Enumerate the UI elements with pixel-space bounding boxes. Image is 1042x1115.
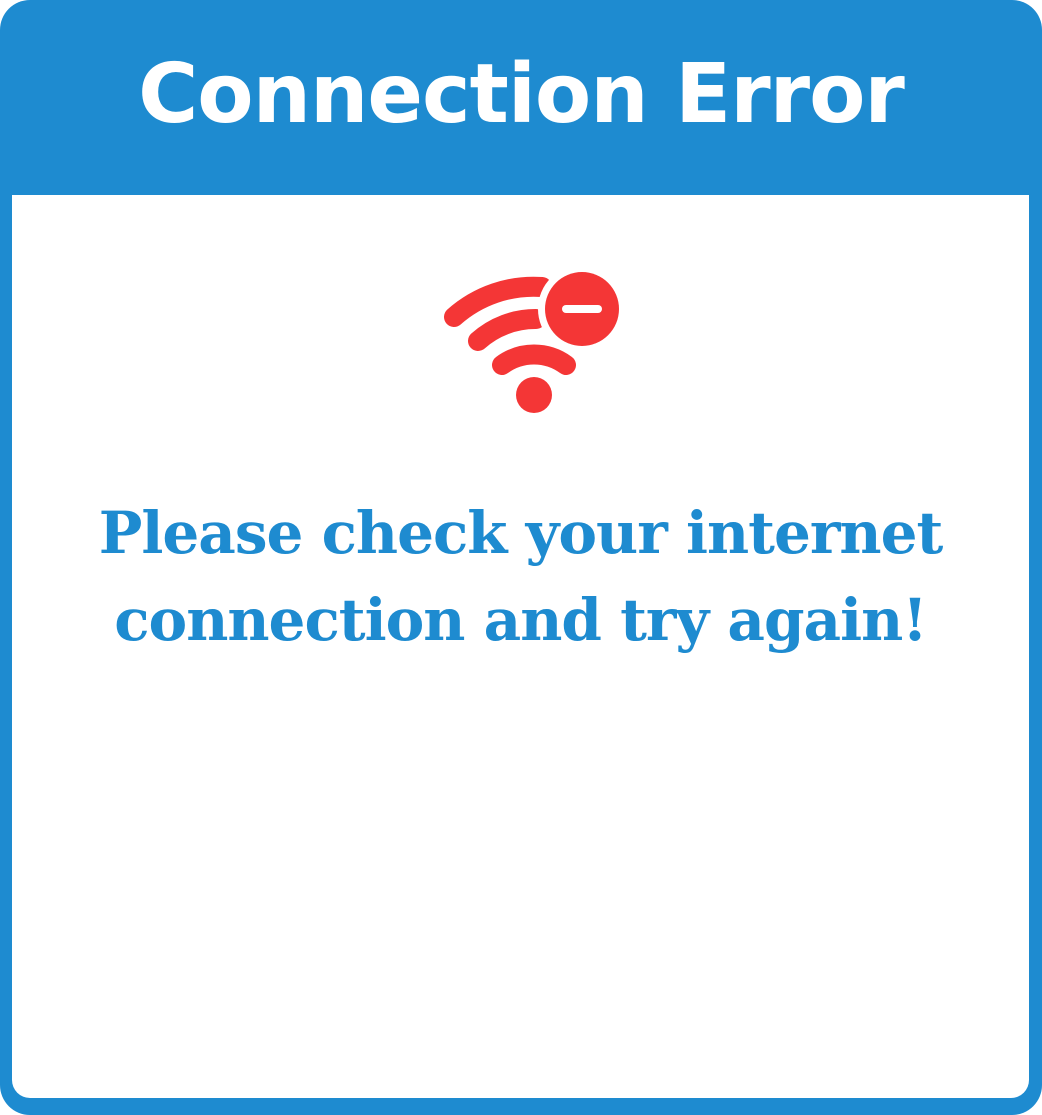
wifi-error-icon	[444, 265, 626, 413]
dialog-title: Connection Error	[138, 46, 905, 142]
connection-error-dialog: Connection Error Please check your inter…	[0, 0, 1042, 1115]
error-message: Please check your internet connection an…	[98, 499, 944, 654]
dialog-body: Please check your internet connection an…	[12, 195, 1029, 1098]
dialog-header: Connection Error	[0, 0, 1042, 195]
